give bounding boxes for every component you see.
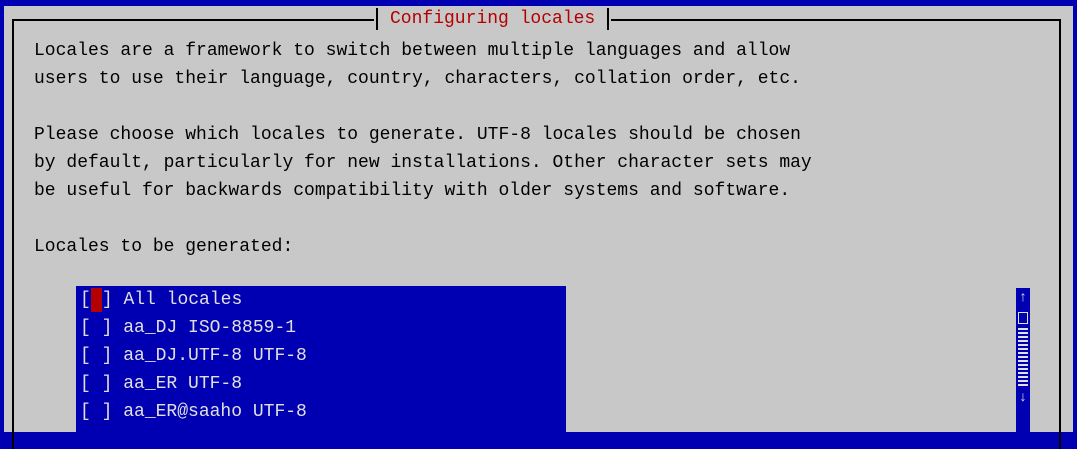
list-item[interactable]: [ ] aa_DJ.UTF-8 UTF-8 [76, 342, 566, 370]
locale-label: aa_ER UTF-8 [123, 374, 243, 394]
scroll-thumb[interactable] [1018, 312, 1028, 324]
checkbox[interactable]: [] [80, 286, 113, 314]
list-item[interactable]: [ ] aa_ER UTF-8 [76, 370, 566, 398]
list-item[interactable]: [ ] aa_ER@saaho UTF-8 [76, 398, 566, 426]
scroll-track[interactable] [1018, 328, 1028, 388]
list-scrollbar[interactable]: ↑ ↓ [1016, 288, 1030, 434]
description-line: users to use their language, country, ch… [34, 69, 801, 89]
scroll-down-arrow-icon[interactable]: ↓ [1016, 388, 1030, 408]
description-line: Please choose which locales to generate.… [34, 125, 801, 145]
description-line: Locales are a framework to switch betwee… [34, 41, 791, 61]
dialog-title: Configuring locales [390, 9, 596, 29]
checkbox[interactable]: [ ] [80, 314, 112, 342]
locale-label: aa_ER@saaho UTF-8 [123, 402, 307, 422]
checkbox-cursor [90, 288, 102, 312]
list-prompt: Locales to be generated: [34, 237, 294, 257]
list-item[interactable]: [] All locales [76, 286, 566, 314]
locale-label: All locales [123, 290, 243, 310]
dialog: Configuring locales Locales are a framew… [4, 6, 1073, 449]
locale-label: aa_DJ.UTF-8 UTF-8 [123, 346, 307, 366]
checkbox[interactable]: [ ] [80, 342, 112, 370]
title-right-border [607, 8, 610, 30]
list-item[interactable]: [ ] aa_DJ ISO-8859-1 [76, 314, 566, 342]
locale-label: aa_DJ ISO-8859-1 [123, 318, 297, 338]
locale-checklist[interactable]: [] All locales [ ] aa_DJ ISO-8859-1 [ ] … [76, 286, 566, 432]
dialog-title-bar: Configuring locales [374, 6, 612, 32]
scroll-up-arrow-icon[interactable]: ↑ [1016, 288, 1030, 308]
checkbox[interactable]: [ ] [80, 370, 112, 398]
description-line: by default, particularly for new install… [34, 153, 812, 173]
description-line: be useful for backwards compatibility wi… [34, 181, 791, 201]
checkbox[interactable]: [ ] [80, 398, 112, 426]
